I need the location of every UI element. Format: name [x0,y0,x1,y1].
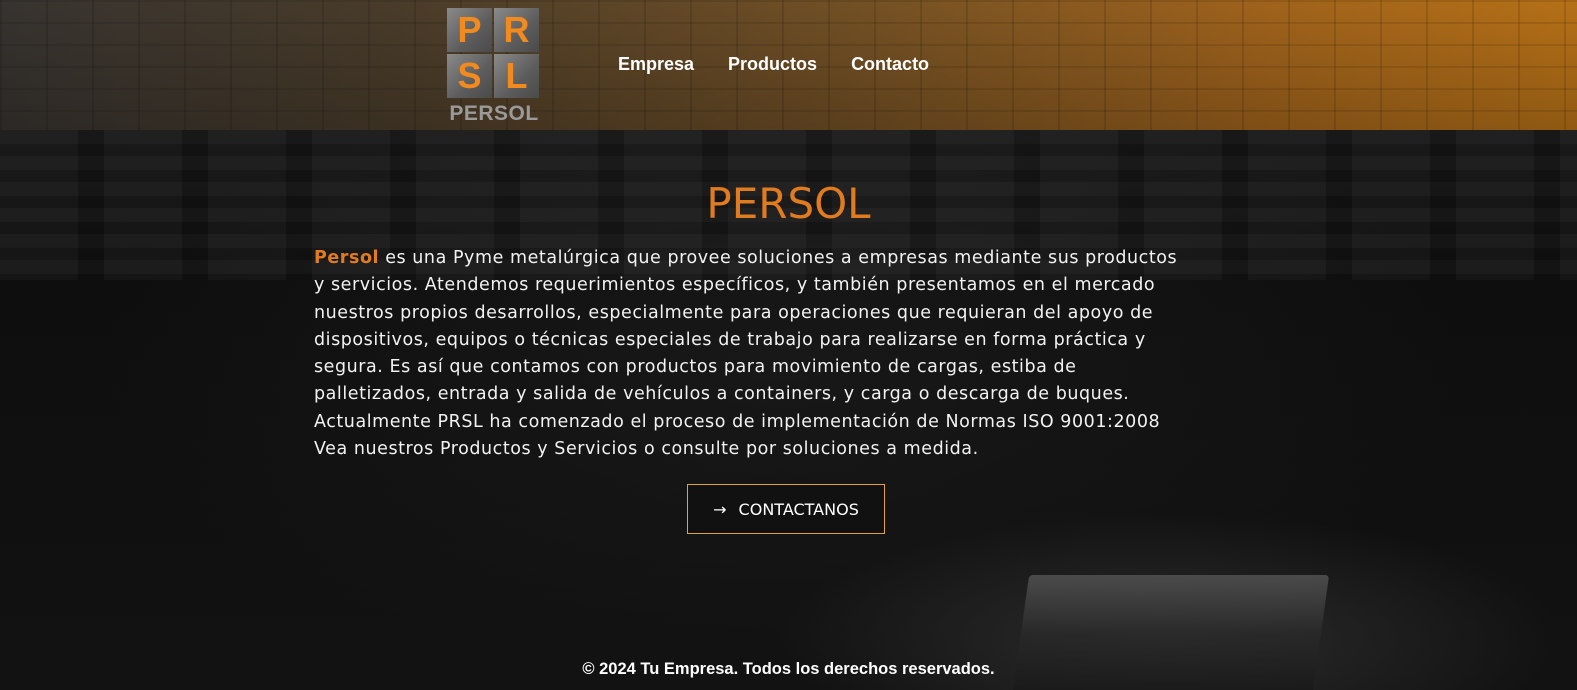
logo-letter: R [494,8,539,52]
description-line: Actualmente PRSL ha comenzado el proceso… [314,411,1161,432]
description-line: nuestros propios desarrollos, especialme… [314,302,1154,323]
description-line: y servicios. Atendemos requerimientos es… [314,275,1156,296]
company-description: Persol es una Pyme metalúrgica que prove… [314,245,1264,463]
nav-link-contacto[interactable]: Contacto [851,54,929,75]
description-line: Vea nuestros Productos y Servicios o con… [314,439,979,460]
logo-letter: L [494,54,539,98]
logo-grid: P R S L [447,8,539,98]
nav-link-empresa[interactable]: Empresa [618,54,694,75]
logo-letter: P [447,8,492,52]
logo-wordmark: PERSOL [449,102,539,125]
description-line: segura. Es así que contamos con producto… [314,357,1077,378]
contact-button-label: CONTACTANOS [738,499,859,519]
page-title: PERSOL [706,179,871,228]
footer-copyright: © 2024 Tu Empresa. Todos los derechos re… [582,660,995,678]
nav-link-productos[interactable]: Productos [728,54,817,75]
logo-letter: S [447,54,492,98]
brand-name: Persol [314,248,380,268]
contact-button[interactable]: → CONTACTANOS [687,484,885,534]
main-nav: Empresa Productos Contacto [618,54,929,75]
arrow-right-icon: → [713,499,727,519]
description-line: es una Pyme metalúrgica que provee soluc… [379,248,1178,268]
persol-logo[interactable]: P R S L PERSOL [447,8,541,125]
description-line: dispositivos, equipos o técnicas especia… [314,329,1146,350]
description-line: palletizados, entrada y salida de vehícu… [314,384,1130,405]
